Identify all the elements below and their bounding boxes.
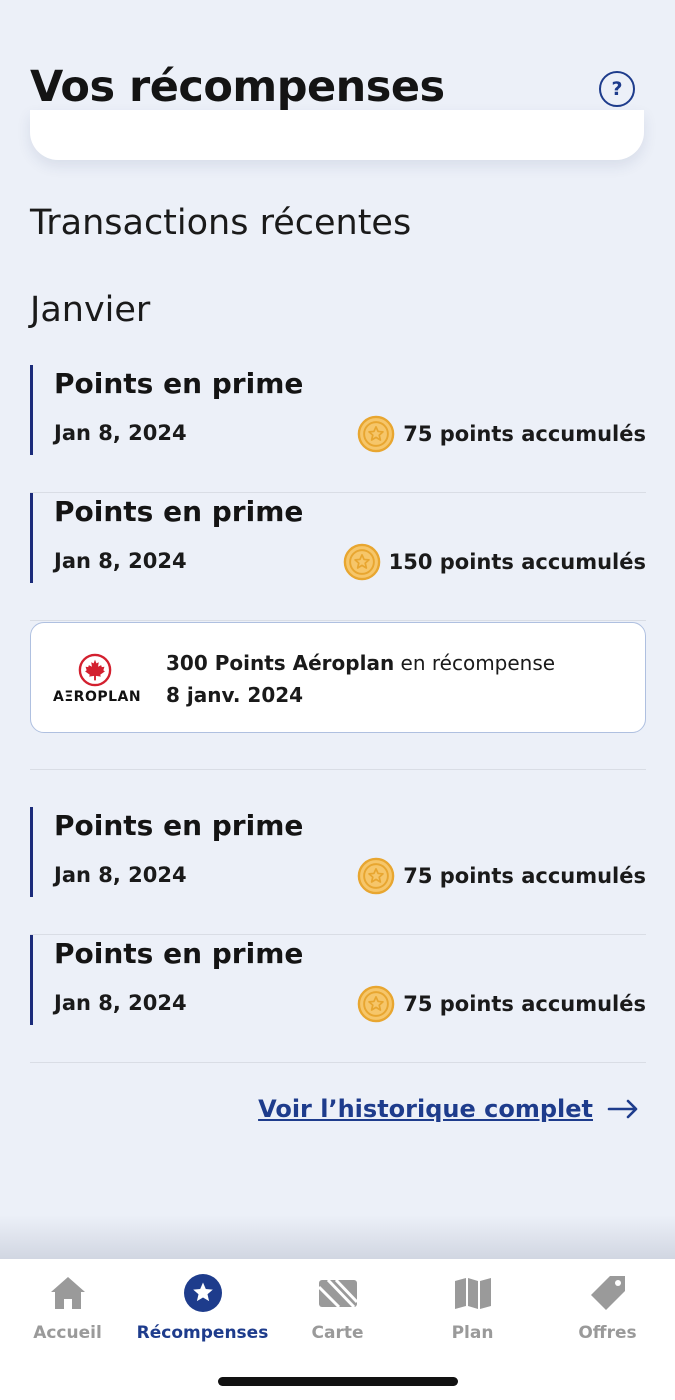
aeroplan-amount: 300 Points Aéroplan xyxy=(166,651,395,675)
divider xyxy=(30,769,646,770)
aeroplan-suffix: en récompense xyxy=(394,651,556,675)
aeroplan-description: 300 Points Aéroplan en récompense xyxy=(166,651,555,675)
transaction-points: 75 points accumulés xyxy=(357,985,646,1023)
nav-shadow xyxy=(0,1215,675,1260)
view-history-label: Voir l’historique complet xyxy=(258,1095,593,1123)
nav-label: Carte xyxy=(311,1323,364,1343)
transaction-item[interactable]: Points en prime Jan 8, 2024 75 points ac… xyxy=(30,365,646,493)
points-amount: 150 points accumulés xyxy=(388,550,646,574)
transaction-points: 75 points accumulés xyxy=(357,415,646,453)
page-title: Vos récompenses xyxy=(30,62,445,112)
home-indicator xyxy=(218,1377,458,1386)
tag-icon xyxy=(590,1276,625,1310)
nav-item-recompenses[interactable]: Récompenses xyxy=(135,1273,270,1343)
transaction-title: Points en prime xyxy=(54,495,304,528)
accent-bar xyxy=(30,935,33,1025)
transaction-item[interactable]: Points en prime Jan 8, 2024 75 points ac… xyxy=(30,935,646,1063)
map-icon xyxy=(454,1278,491,1309)
accent-bar xyxy=(30,493,33,583)
month-heading: Janvier xyxy=(30,290,151,330)
transaction-title: Points en prime xyxy=(54,367,304,400)
coin-star-icon xyxy=(343,543,380,581)
transaction-date: Jan 8, 2024 xyxy=(54,421,187,445)
rewards-card xyxy=(30,110,644,160)
points-amount: 75 points accumulés xyxy=(403,992,646,1016)
accent-bar xyxy=(30,807,33,897)
nav-item-plan[interactable]: Plan xyxy=(405,1273,540,1343)
transaction-item[interactable]: Points en prime Jan 8, 2024 150 points a… xyxy=(30,493,646,621)
aeroplan-date: 8 janv. 2024 xyxy=(166,683,304,707)
transaction-date: Jan 8, 2024 xyxy=(54,991,187,1015)
nav-item-accueil[interactable]: Accueil xyxy=(0,1273,135,1343)
card-icon xyxy=(317,1278,358,1309)
home-icon xyxy=(50,1277,85,1309)
nav-label: Plan xyxy=(451,1323,494,1343)
transaction-title: Points en prime xyxy=(54,809,304,842)
nav-item-carte[interactable]: Carte xyxy=(270,1273,405,1343)
nav-label: Offres xyxy=(578,1323,637,1343)
aeroplan-reward-card[interactable]: AΞROPLAN 300 Points Aéroplan en récompen… xyxy=(30,622,646,733)
question-circle-icon[interactable]: ? xyxy=(599,71,635,107)
nav-item-offres[interactable]: Offres xyxy=(540,1273,675,1343)
aeroplan-logo: AΞROPLAN xyxy=(53,653,142,705)
coin-star-icon xyxy=(357,857,395,895)
star-icon xyxy=(183,1274,222,1312)
coin-star-icon xyxy=(357,985,395,1023)
accent-bar xyxy=(30,365,33,455)
transaction-points: 150 points accumulés xyxy=(343,543,646,581)
transaction-title: Points en prime xyxy=(54,937,304,970)
transaction-date: Jan 8, 2024 xyxy=(54,863,187,887)
aeroplan-wordmark: AΞROPLAN xyxy=(53,689,142,705)
points-amount: 75 points accumulés xyxy=(403,422,646,446)
transaction-item[interactable]: Points en prime Jan 8, 2024 75 points ac… xyxy=(30,807,646,935)
nav-label: Récompenses xyxy=(136,1323,269,1343)
view-history-link[interactable]: Voir l’historique complet xyxy=(258,1095,639,1123)
coin-star-icon xyxy=(357,415,395,453)
arrow-right-icon xyxy=(607,1099,638,1119)
points-amount: 75 points accumulés xyxy=(403,864,646,888)
nav-label: Accueil xyxy=(33,1323,102,1343)
section-title: Transactions récentes xyxy=(30,203,412,243)
maple-leaf-icon xyxy=(78,653,112,687)
transaction-points: 75 points accumulés xyxy=(357,857,646,895)
transaction-date: Jan 8, 2024 xyxy=(54,549,187,573)
